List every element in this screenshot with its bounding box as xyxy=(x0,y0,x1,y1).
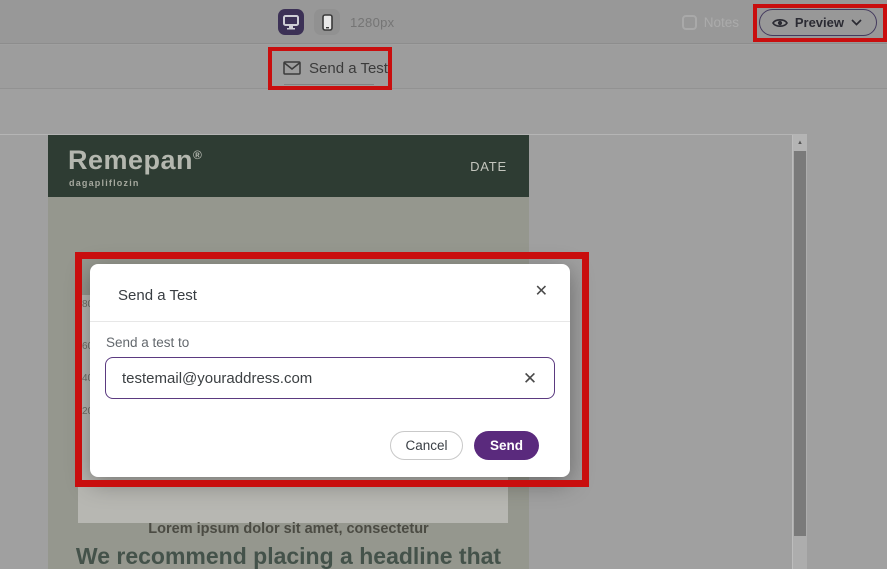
send-button[interactable]: Send xyxy=(474,431,539,460)
email-lorem-text: Lorem ipsum dolor sit amet, consectetur xyxy=(48,521,529,537)
envelope-icon xyxy=(283,61,301,75)
brand-logo: Remepan® xyxy=(68,145,202,176)
viewport-width-label: 1280px xyxy=(350,15,394,30)
clear-input-icon[interactable]: ✕ xyxy=(518,366,542,390)
date-label: DATE xyxy=(470,159,507,174)
scrollbar-up-arrow[interactable]: ▲ xyxy=(793,135,807,151)
chevron-down-icon xyxy=(851,19,862,26)
send-a-test-tab-label: Send a Test xyxy=(309,60,388,77)
mobile-view-button[interactable] xyxy=(314,9,340,35)
notes-toggle[interactable]: Notes xyxy=(682,0,739,44)
top-toolbar: 1280px Notes Preview xyxy=(0,0,887,44)
active-tab-underline xyxy=(284,84,374,85)
scrollbar-thumb[interactable] xyxy=(794,151,806,536)
notes-label: Notes xyxy=(704,15,739,30)
tab-bar: Send a Test xyxy=(0,45,887,89)
device-toggle-group: 1280px xyxy=(278,0,394,44)
cancel-button[interactable]: Cancel xyxy=(390,431,463,460)
email-header-banner: Remepan® dagapliflozin DATE xyxy=(48,135,529,197)
registered-mark: ® xyxy=(193,148,202,162)
send-test-modal: Send a Test ✕ Send a test to ✕ Cancel Se… xyxy=(90,264,570,477)
test-email-input[interactable] xyxy=(105,357,555,399)
send-a-test-tab[interactable]: Send a Test xyxy=(283,53,388,83)
preview-button[interactable]: Preview xyxy=(759,9,877,36)
eye-icon xyxy=(772,17,788,29)
modal-title: Send a Test xyxy=(118,287,197,304)
close-icon[interactable]: ✕ xyxy=(535,284,548,300)
desktop-view-button[interactable] xyxy=(278,9,304,35)
modal-divider xyxy=(90,321,570,322)
monitor-icon xyxy=(283,15,299,30)
email-headline: We recommend placing a headline that has… xyxy=(48,542,529,569)
mobile-phone-icon xyxy=(322,14,333,31)
send-test-to-label: Send a test to xyxy=(106,335,189,350)
notes-checkbox-icon xyxy=(682,15,697,30)
brand-subtitle: dagapliflozin xyxy=(69,178,140,188)
preview-label: Preview xyxy=(795,15,844,30)
